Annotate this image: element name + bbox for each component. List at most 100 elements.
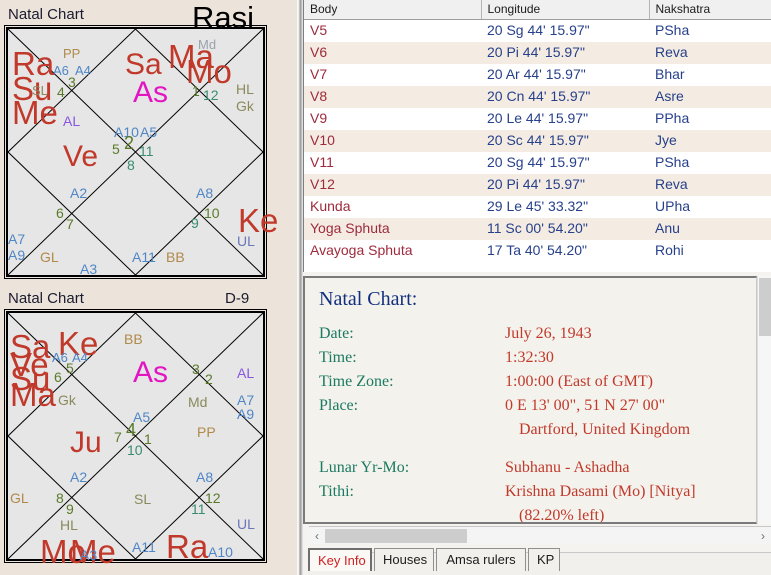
chart-label: 7 [114, 429, 122, 445]
chart-label: A8 [196, 185, 214, 201]
horizontal-scrollbar[interactable]: ‹ › [309, 526, 771, 544]
info-label: Time: [319, 349, 357, 366]
chart-label: GL [40, 249, 59, 265]
chart-label: Gk [58, 392, 76, 408]
table-row[interactable]: V5 20 Sg 44' 15.97" PSha [304, 19, 771, 42]
table-row[interactable]: V7 20 Ar 44' 15.97" Bhar [304, 63, 771, 86]
table-cell-nakshatra: PPha [649, 107, 771, 130]
info-value: (82.20% left) [519, 507, 605, 524]
chart-label: 11 [191, 501, 206, 517]
table-cell-nakshatra: PSha [649, 19, 771, 42]
tab-houses[interactable]: Houses [374, 548, 434, 571]
chart-label: 12 [203, 87, 219, 103]
details-pane: Body Longitude Nakshatra V5 20 Sg 44' 15.… [303, 0, 771, 575]
chart-label: A11 [132, 249, 156, 265]
chart-label: 2 [124, 133, 135, 153]
tab-key-info[interactable]: Key Info [308, 548, 372, 571]
column-header-body[interactable]: Body [304, 0, 482, 20]
app-window: Natal Chart Rasi Natal Chart D-9 PP A6 A… [0, 0, 771, 575]
table-row[interactable]: V8 20 Cn 44' 15.97" Asre [304, 85, 771, 108]
table-row[interactable]: V11 20 Sg 44' 15.97" PSha [304, 151, 771, 174]
table-cell-body: Kunda [304, 195, 481, 218]
table-cell-longitude: 20 Cn 44' 15.97" [481, 85, 649, 108]
chart-label: A11 [132, 539, 156, 555]
column-header-longitude[interactable]: Longitude [481, 0, 650, 20]
navamsa-chart-caption: Natal Chart [8, 290, 84, 307]
table-cell-body: V6 [304, 41, 481, 64]
key-info-panel[interactable]: Natal Chart: Date: July 26, 1943 Time: 1:32… [303, 276, 757, 524]
tab-kp[interactable]: KP [528, 548, 560, 571]
table-row[interactable]: Avayoga Sphuta 17 Ta 40' 54.20" Rohi [304, 239, 771, 262]
chart-label: 9 [191, 215, 199, 231]
info-value: 1:00:00 (East of GMT) [505, 373, 653, 390]
chart-label: Md [188, 394, 208, 410]
table-cell-nakshatra: Asre [649, 85, 771, 108]
chart-label: 4 [57, 84, 65, 100]
table-cell-longitude: 20 Le 44' 15.97" [481, 107, 649, 130]
tab-bar: Key Info Houses Amsa rulers KP [308, 548, 771, 575]
chart-label: Me [12, 94, 58, 131]
chart-label: A10 [208, 544, 233, 560]
horizontal-scroll-thumb[interactable] [325, 529, 467, 543]
chart-label: Ma [10, 376, 56, 413]
info-value: 0 E 13' 00", 51 N 27' 00" [505, 397, 666, 414]
tab-amsa-rulers[interactable]: Amsa rulers [436, 548, 526, 571]
table-cell-longitude: 11 Sc 00' 54.20" [481, 217, 649, 240]
info-value: July 26, 1943 [505, 325, 592, 342]
chart-label: As [133, 356, 169, 389]
chart-label: 5 [66, 360, 74, 376]
table-row[interactable]: V10 20 Sc 44' 15.97" Jye [304, 129, 771, 152]
scroll-right-arrow-icon[interactable]: › [755, 527, 771, 545]
chart-label: 5 [112, 141, 120, 157]
chart-label: 1 [144, 431, 152, 447]
info-panel-vertical-scrollbar[interactable] [757, 276, 771, 524]
table-cell-body: V9 [304, 107, 481, 130]
table-cell-longitude: 20 Pi 44' 15.97" [481, 41, 649, 64]
chart-label: 3 [192, 361, 200, 377]
info-row: (82.20% left) [319, 507, 756, 524]
chart-label: 7 [66, 216, 74, 232]
chart-label: Ju [70, 426, 102, 459]
info-row: Date: July 26, 1943 [319, 325, 756, 349]
info-panel-title: Natal Chart: [319, 288, 418, 310]
navamsa-chart-badge: D-9 [225, 290, 250, 307]
table-row[interactable]: V12 20 Pi 44' 15.97" Reva [304, 173, 771, 196]
chart-label: HL [236, 81, 254, 97]
table-cell-body: V11 [304, 151, 481, 174]
chart-label: Ve [63, 140, 99, 173]
table-cell-longitude: 20 Ar 44' 15.97" [481, 63, 649, 86]
chart-label: GL [10, 490, 29, 506]
chart-label: 8 [56, 490, 64, 506]
chart-label: 11 [139, 143, 154, 159]
table-cell-body: Avayoga Sphuta [304, 239, 481, 262]
chart-label: A7 [237, 392, 255, 408]
table-cell-longitude: 20 Pi 44' 15.97" [481, 173, 649, 196]
column-header-nakshatra[interactable]: Nakshatra [649, 0, 771, 20]
info-row: Time Zone: 1:00:00 (East of GMT) [319, 373, 756, 397]
chart-label: A5 [140, 124, 158, 140]
scroll-left-arrow-icon[interactable]: ‹ [309, 527, 325, 545]
body-longitude-table[interactable]: Body Longitude Nakshatra V5 20 Sg 44' 15.… [303, 0, 771, 272]
chart-label: 2 [205, 371, 213, 387]
table-row[interactable]: Yoga Sphuta 11 Sc 00' 54.20" Anu [304, 217, 771, 240]
chart-label: 9 [66, 501, 74, 517]
table-row[interactable]: Kunda 29 Le 45' 33.32" UPha [304, 195, 771, 218]
info-label: Time Zone: [319, 373, 394, 390]
table-cell-longitude: 29 Le 45' 33.32" [481, 195, 649, 218]
info-panel-vertical-scroll-thumb[interactable] [759, 278, 771, 336]
chart-label: HL [60, 517, 78, 533]
table-cell-nakshatra: Bhar [649, 63, 771, 86]
chart-label: 10 [204, 205, 220, 221]
table-cell-nakshatra: Jye [649, 129, 771, 152]
chart-label: A9 [8, 247, 26, 263]
info-value: Subhanu - Ashadha [505, 459, 630, 476]
table-row[interactable]: V9 20 Le 44' 15.97" PPha [304, 107, 771, 130]
chart-label: As [133, 76, 169, 109]
info-value: 1:32:30 [505, 349, 554, 366]
table-cell-body: V5 [304, 19, 481, 42]
table-row[interactable]: V6 20 Pi 44' 15.97" Reva [304, 41, 771, 64]
table-cell-nakshatra: Anu [649, 217, 771, 240]
chart-label: 1 [192, 83, 200, 99]
chart-label: SL [32, 83, 48, 98]
info-row: Time: 1:32:30 [319, 349, 756, 373]
